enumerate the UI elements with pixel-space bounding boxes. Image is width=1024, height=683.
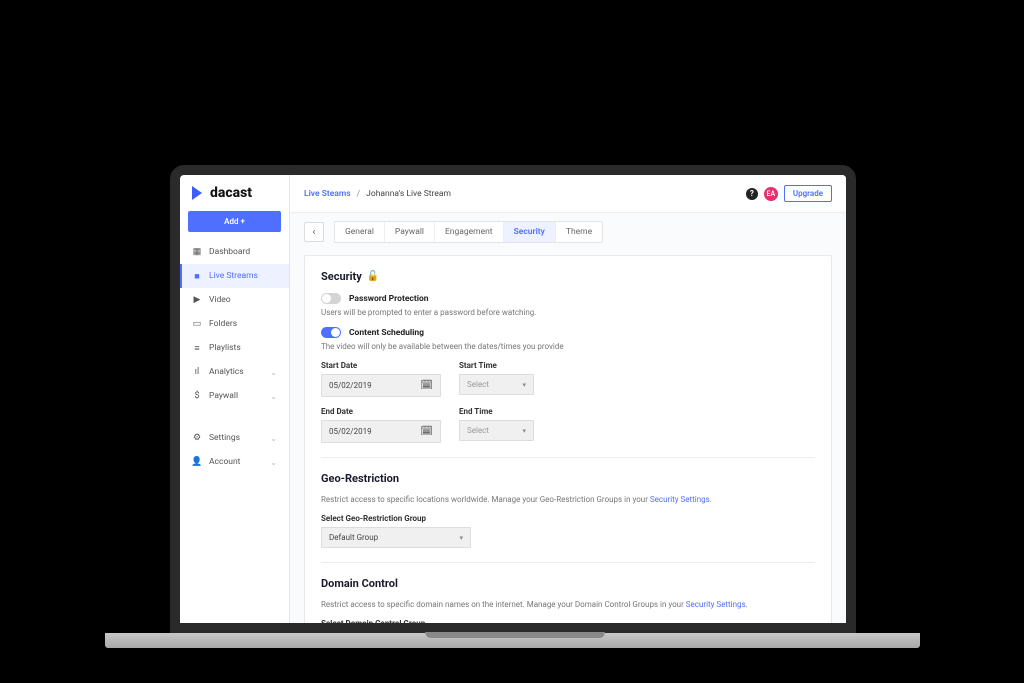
security-settings-link[interactable]: Security Settings <box>650 495 710 504</box>
sidebar-item-account[interactable]: 👤 Account ⌄ <box>180 450 289 474</box>
sidebar-item-video[interactable]: ▶ Video <box>180 288 289 312</box>
sidebar-item-label: Settings <box>209 433 240 443</box>
geo-heading: Geo-Restriction <box>321 472 815 485</box>
breadcrumb-root[interactable]: Live Steams <box>304 189 351 199</box>
password-desc: Users will be prompted to enter a passwo… <box>321 308 815 317</box>
tab-bar: ‹ General Paywall Engagement Security Th… <box>290 213 846 251</box>
geo-select-label: Select Geo-Restriction Group <box>321 514 815 523</box>
security-card: Security 🔓 Password Protection Users wil… <box>304 255 832 623</box>
tab-security[interactable]: Security <box>504 222 556 242</box>
sidebar-item-dashboard[interactable]: ▦ Dashboard <box>180 240 289 264</box>
tab-engagement[interactable]: Engagement <box>435 222 504 242</box>
geo-desc: Restrict access to specific locations wo… <box>321 495 815 504</box>
playlist-icon: ≡ <box>192 343 202 353</box>
end-time-select[interactable]: Select ▾ <box>459 420 534 441</box>
breadcrumb-current: Johanna's Live Stream <box>366 189 451 199</box>
chevron-down-icon: ⌄ <box>270 434 277 443</box>
end-date-input[interactable]: 05/02/2019 🗓 <box>321 420 441 443</box>
start-time-placeholder: Select <box>467 380 489 389</box>
app-root: dacast Add + ▦ Dashboard ■ Live Streams … <box>180 175 846 623</box>
geo-group-select[interactable]: Default Group ▾ <box>321 527 471 548</box>
divider <box>321 457 815 458</box>
password-toggle[interactable] <box>321 293 341 304</box>
topbar: Live Steams / Johanna's Live Stream ? EA… <box>290 175 846 213</box>
sidebar-item-folders[interactable]: ▭ Folders <box>180 312 289 336</box>
back-button[interactable]: ‹ <box>304 222 324 242</box>
add-button[interactable]: Add + <box>188 211 281 232</box>
start-time-label: Start Time <box>459 361 534 370</box>
sidebar-nav: ▦ Dashboard ■ Live Streams ▶ Video ▭ Fol… <box>180 240 289 474</box>
start-date-input[interactable]: 05/02/2019 🗓 <box>321 374 441 397</box>
sidebar-item-label: Paywall <box>209 391 238 401</box>
tab-theme[interactable]: Theme <box>556 222 602 242</box>
chevron-down-icon: ⌄ <box>270 368 277 377</box>
dashboard-icon: ▦ <box>192 247 202 257</box>
folder-icon: ▭ <box>192 319 202 329</box>
sidebar-item-label: Analytics <box>209 367 244 377</box>
sidebar: dacast Add + ▦ Dashboard ■ Live Streams … <box>180 175 290 623</box>
start-time-select[interactable]: Select ▾ <box>459 374 534 395</box>
calendar-icon: 🗓 <box>420 426 433 437</box>
help-icon[interactable]: ? <box>746 188 758 200</box>
end-date-label: End Date <box>321 407 441 416</box>
chevron-left-icon: ‹ <box>312 227 315 238</box>
gear-icon: ⚙ <box>192 433 202 443</box>
security-heading: Security 🔓 <box>321 270 815 283</box>
brand-name: dacast <box>210 185 252 201</box>
geo-group-value: Default Group <box>329 533 378 542</box>
brand-logo: dacast <box>180 175 289 211</box>
end-time-placeholder: Select <box>467 426 489 435</box>
divider <box>321 562 815 563</box>
sidebar-item-label: Dashboard <box>209 247 250 257</box>
content-area: Security 🔓 Password Protection Users wil… <box>290 251 846 623</box>
user-icon: 👤 <box>192 457 202 467</box>
main-panel: Live Steams / Johanna's Live Stream ? EA… <box>290 175 846 623</box>
breadcrumb-separator: / <box>357 189 361 199</box>
start-date-value: 05/02/2019 <box>329 381 372 390</box>
lock-icon: 🔓 <box>367 271 379 282</box>
caret-down-icon: ▾ <box>459 534 463 542</box>
password-protection-row: Password Protection <box>321 293 815 304</box>
logo-mark-icon <box>192 186 206 200</box>
play-icon: ▶ <box>192 295 202 305</box>
sidebar-item-settings[interactable]: ⚙ Settings ⌄ <box>180 426 289 450</box>
start-date-label: Start Date <box>321 361 441 370</box>
sidebar-item-label: Playlists <box>209 343 241 353</box>
password-title: Password Protection <box>349 294 429 304</box>
sidebar-item-label: Live Streams <box>209 271 258 281</box>
domain-desc: Restrict access to specific domain names… <box>321 600 815 609</box>
scheduling-row: Content Scheduling <box>321 327 815 338</box>
laptop-notch <box>425 632 605 638</box>
sidebar-item-live-streams[interactable]: ■ Live Streams <box>180 264 289 288</box>
tabs: General Paywall Engagement Security Them… <box>334 221 603 243</box>
tab-general[interactable]: General <box>335 222 385 242</box>
domain-heading: Domain Control <box>321 577 815 590</box>
sidebar-item-paywall[interactable]: $ Paywall ⌄ <box>180 384 289 408</box>
tab-paywall[interactable]: Paywall <box>385 222 435 242</box>
sidebar-item-label: Folders <box>209 319 237 329</box>
sidebar-item-playlists[interactable]: ≡ Playlists <box>180 336 289 360</box>
chevron-down-icon: ⌄ <box>270 392 277 401</box>
end-date-value: 05/02/2019 <box>329 427 372 436</box>
scheduling-toggle[interactable] <box>321 327 341 338</box>
domain-select-label: Select Domain Control Group <box>321 619 425 623</box>
scheduling-title: Content Scheduling <box>349 328 424 338</box>
analytics-icon: ıl <box>192 367 202 377</box>
sidebar-item-analytics[interactable]: ıl Analytics ⌄ <box>180 360 289 384</box>
sidebar-item-label: Account <box>209 457 240 467</box>
avatar[interactable]: EA <box>764 187 778 201</box>
chevron-down-icon: ⌄ <box>270 458 277 467</box>
sidebar-item-label: Video <box>209 295 231 305</box>
scheduling-desc: The video will only be available between… <box>321 342 815 351</box>
caret-down-icon: ▾ <box>522 381 526 389</box>
camera-icon: ■ <box>192 271 202 281</box>
security-settings-link[interactable]: Security Settings <box>686 600 746 609</box>
upgrade-button[interactable]: Upgrade <box>784 185 832 202</box>
sidebar-spacer <box>180 408 289 426</box>
end-time-label: End Time <box>459 407 534 416</box>
dollar-icon: $ <box>192 391 202 401</box>
calendar-icon: 🗓 <box>420 380 433 391</box>
caret-down-icon: ▾ <box>522 427 526 435</box>
